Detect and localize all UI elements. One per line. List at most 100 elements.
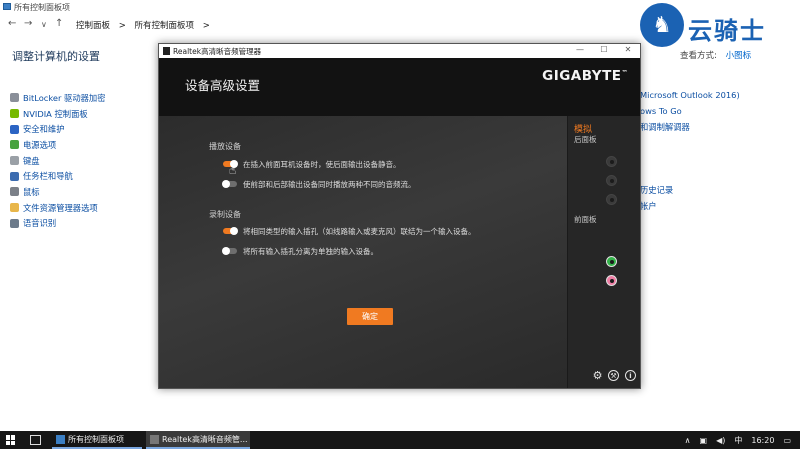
control-panel-item[interactable]: 鼠标	[10, 184, 106, 200]
front-jack-microphone[interactable]	[606, 275, 617, 286]
applet-icon	[10, 156, 19, 166]
ok-button[interactable]: 确定	[347, 308, 393, 325]
control-panel-item[interactable]: 电源选项	[10, 137, 106, 153]
playback-option-mute-rear[interactable]: 在插入前面耳机设备时，使后面输出设备静音。	[223, 159, 401, 169]
up-arrow-icon[interactable]: ↑	[55, 18, 63, 29]
knight-icon: ♞	[640, 3, 684, 47]
taskbar: 所有控制面板项 Realtek高清晰音频管... ∧ ▣ ◀) 中 16:20 …	[0, 431, 800, 449]
notification-icon[interactable]: ▭	[783, 436, 791, 445]
minimize-button[interactable]: —	[568, 45, 592, 57]
control-panel-item-label: 文件资源管理器选项	[23, 202, 98, 213]
recent-locations-icon[interactable]: ∨	[41, 20, 47, 29]
taskbar-item-control-panel[interactable]: 所有控制面板项	[52, 431, 142, 449]
close-button[interactable]: ✕	[616, 45, 640, 57]
applet-icon	[10, 187, 19, 197]
control-panel-item-label: 鼠标	[23, 186, 40, 197]
recording-option-separate-inputs[interactable]: 将所有输入插孔分离为单独的输入设备。	[222, 246, 378, 256]
recording-toggle-1[interactable]	[223, 227, 238, 235]
recording-toggle-2[interactable]	[222, 247, 237, 255]
rear-jack-2[interactable]	[606, 175, 617, 186]
recording-option-2-label: 将所有输入插孔分离为单独的输入设备。	[243, 246, 378, 256]
control-panel-item[interactable]: NVIDIA 控制面板	[10, 106, 106, 122]
control-panel-item[interactable]: BitLocker 驱动器加密	[10, 90, 106, 106]
playback-option-2-label: 使前部和后部输出设备同时播放两种不同的音频流。	[243, 179, 416, 189]
control-panel-item-label: 语音识别	[23, 218, 57, 229]
recording-option-tie-inputs[interactable]: 将相同类型的输入插孔（如线路输入或麦克风）联结为一个输入设备。	[223, 226, 476, 236]
playback-section-title: 播放设备	[209, 142, 241, 151]
windows-start-icon[interactable]	[6, 435, 16, 445]
maximize-button[interactable]: ☐	[592, 45, 616, 57]
gigabyte-logo: GIGABYTE™	[542, 68, 628, 84]
control-panel-title: 所有控制面板项	[14, 3, 70, 12]
gear-icon[interactable]: ⚙	[592, 369, 603, 382]
control-panel-item[interactable]: 语音识别	[10, 216, 106, 232]
volume-icon[interactable]: ◀)	[716, 436, 725, 445]
control-panel-item[interactable]: 任务栏和导航	[10, 168, 106, 184]
applet-icon	[10, 93, 19, 103]
view-by: 查看方式: 小图标	[680, 49, 751, 61]
rear-jack-1[interactable]	[606, 156, 617, 167]
taskbar-item-realtek[interactable]: Realtek高清晰音频管...	[146, 431, 250, 449]
realtek-header: 设备高级设置 GIGABYTE™	[159, 58, 640, 116]
front-jack-headphone[interactable]	[606, 256, 617, 267]
recording-section-title: 录制设备	[209, 210, 241, 219]
connector-panel: 模拟 后面板 前面板 ⚙ ⚒ i	[567, 116, 640, 388]
page-title: 调整计算机的设置	[12, 50, 100, 63]
control-panel-item[interactable]: 安全和维护	[10, 121, 106, 137]
tray-chevron-icon[interactable]: ∧	[685, 436, 691, 445]
control-panel-item-label: NVIDIA 控制面板	[23, 108, 88, 119]
back-arrow-icon[interactable]: ←	[8, 18, 16, 29]
realtek-app-icon	[150, 434, 159, 444]
trademark-icon: ™	[621, 69, 628, 77]
forward-arrow-icon[interactable]: →	[24, 18, 32, 29]
control-panel-item[interactable]: ows To Go	[640, 106, 682, 116]
control-panel-icon	[3, 3, 11, 10]
hand-cursor-icon: ☝	[229, 163, 237, 177]
applet-icon	[10, 124, 19, 134]
breadcrumb-separator[interactable]: >	[203, 21, 210, 31]
input-method-indicator[interactable]: 中	[734, 435, 742, 446]
control-panel-item-label: 安全和维护	[23, 124, 65, 135]
clock[interactable]: 16:20	[751, 436, 774, 445]
control-panel-item[interactable]: Microsoft Outlook 2016)	[640, 90, 740, 100]
breadcrumb-control-panel[interactable]: 控制面板	[76, 21, 110, 31]
control-panel-item[interactable]: 文件资源管理器选项	[10, 200, 106, 216]
playback-option-dual-stream[interactable]: 使前部和后部输出设备同时播放两种不同的音频流。	[222, 179, 416, 189]
control-panel-item[interactable]: 和调制解调器	[640, 121, 690, 133]
view-by-dropdown[interactable]: 小图标	[726, 51, 752, 61]
realtek-titlebar: Realtek高清晰音频管理器 — ☐ ✕	[159, 44, 640, 58]
rear-jack-3[interactable]	[606, 194, 617, 205]
control-panel-item-label: 任务栏和导航	[23, 171, 73, 182]
advanced-settings-title: 设备高级设置	[185, 78, 261, 93]
applet-icon	[10, 203, 19, 213]
breadcrumb-all-items[interactable]: 所有控制面板项	[135, 21, 195, 31]
control-panel-item-label: 电源选项	[23, 139, 57, 150]
info-icon[interactable]: i	[625, 370, 636, 381]
settings-panel: 播放设备 在插入前面耳机设备时，使后面输出设备静音。 ☝ 使前部和后部输出设备同…	[159, 116, 567, 388]
gigabyte-logo-text: GIGABYTE	[542, 68, 622, 84]
applet-icon	[10, 171, 19, 181]
front-panel-label: 前面板	[574, 215, 597, 224]
watermark: ♞ 云骑士	[640, 3, 790, 49]
control-panel-items: BitLocker 驱动器加密 NVIDIA 控制面板 安全和维护电源选项键盘任务栏…	[10, 90, 106, 231]
network-icon[interactable]: ▣	[700, 436, 708, 445]
taskbar-item-label: Realtek高清晰音频管...	[162, 434, 248, 444]
breadcrumb-separator[interactable]: >	[119, 21, 126, 31]
playback-toggle-2[interactable]	[222, 180, 237, 188]
control-panel-item-label: BitLocker 驱动器加密	[23, 92, 106, 103]
control-panel-item-label: 键盘	[23, 155, 40, 166]
wrench-icon[interactable]: ⚒	[608, 370, 619, 381]
applet-icon	[10, 140, 19, 150]
system-tray: ∧ ▣ ◀) 中 16:20 ▭	[685, 431, 800, 449]
view-by-label: 查看方式:	[680, 51, 717, 61]
control-panel-item[interactable]: 历史记录	[640, 184, 673, 196]
control-panel-item[interactable]: 帐户	[640, 200, 657, 212]
taskbar-item-label: 所有控制面板项	[68, 434, 124, 444]
task-view-icon[interactable]	[30, 435, 41, 445]
playback-option-1-label: 在插入前面耳机设备时，使后面输出设备静音。	[243, 159, 401, 169]
realtek-app-icon	[163, 47, 170, 55]
realtek-audio-manager-window: Realtek高清晰音频管理器 — ☐ ✕ 设备高级设置 GIGABYTE™ 播…	[158, 43, 641, 389]
control-panel-item[interactable]: 键盘	[10, 153, 106, 169]
breadcrumb: 控制面板 > 所有控制面板项 >	[76, 19, 216, 31]
rear-panel-label: 后面板	[574, 135, 597, 144]
